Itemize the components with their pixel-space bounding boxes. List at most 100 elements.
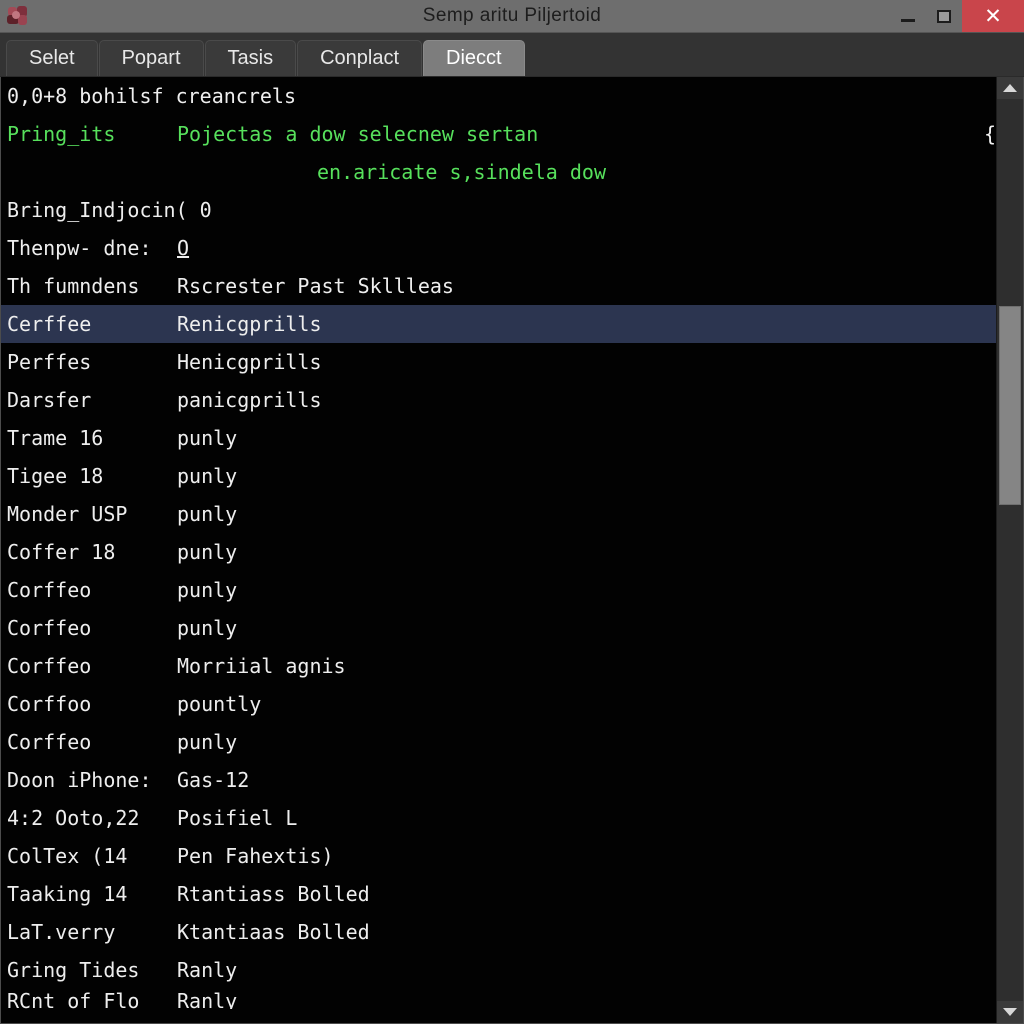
listing-cell-secondary: Henicgprills [177, 350, 322, 374]
listing-cell-secondary: pountly [177, 692, 262, 716]
listing-cell-primary: Trame 16 [7, 426, 104, 450]
listing-row[interactable]: Darsfer panicgprills [1, 381, 996, 419]
listing-cell-secondary: punly [177, 464, 238, 488]
listing-cell-primary: Bring_Indjocin( 0 [7, 198, 212, 222]
listing-row[interactable]: Trame 16 punly [1, 419, 996, 457]
listing-cell-secondary: Pen Fahextis) [177, 844, 334, 868]
listing-cell-secondary: Ranly [177, 958, 238, 982]
tab-label: Tasis [227, 47, 274, 69]
listing-cell-primary: Corffeo [7, 654, 92, 678]
listing-row[interactable]: ColTex (14 Pen Fahextis) [1, 837, 996, 875]
scroll-up-button[interactable] [997, 77, 1023, 99]
maximize-icon [937, 9, 951, 23]
listing-cell-primary: RCnt of Flo [7, 989, 140, 1009]
tab-tasis[interactable]: Tasis [204, 40, 297, 76]
tab-conplact[interactable]: Conplact [297, 40, 423, 76]
tab-label: Conplact [320, 47, 400, 69]
listing-cell-secondary: Posifiel L [177, 806, 298, 830]
listing-cell-primary: Th fumndens [7, 274, 140, 298]
listing-row[interactable]: Corffeo Morriial agnis [1, 647, 996, 685]
listing-row[interactable]: en.aricate s,sindela dow [1, 153, 996, 191]
application-window: Semp aritu Piljertoid ✕ Selet Popart Tasis… [0, 0, 1024, 1024]
listing-cell-secondary: Ranly [177, 989, 238, 1009]
listing-row[interactable]: Taaking 14 Rtantiass Bolled [1, 875, 996, 913]
listing-cell-primary: Darsfer [7, 388, 92, 412]
listing-cell-secondary: punly [177, 730, 238, 754]
listing-cell-primary: Coffer 18 [7, 540, 116, 564]
tab-diecct[interactable]: Diecct [423, 40, 525, 76]
scrollbar-track[interactable] [997, 99, 1023, 1001]
app-icon [5, 3, 31, 29]
scrollbar-thumb[interactable] [999, 306, 1021, 505]
listing-row[interactable]: Perffes Henicgprills [1, 343, 996, 381]
window-controls: ✕ [890, 0, 1024, 32]
listing-row-selected[interactable]: Cerffee Renicgprills [1, 305, 996, 343]
listing-cell-secondary: Gas-12 [177, 768, 250, 792]
listing-row[interactable]: Corffeo punly [1, 571, 996, 609]
listing-cell-secondary: punly [177, 540, 238, 564]
listing-cell-secondary: punly [177, 502, 238, 526]
minimize-button[interactable] [890, 0, 926, 32]
listing-cell-secondary: Rtantiass Bolled [177, 882, 370, 906]
listing-row[interactable]: Coffer 18 punly [1, 533, 996, 571]
listing-cell-secondary: Morriial agnis [177, 654, 346, 678]
listing-cell-primary: Corffeo [7, 578, 92, 602]
listing-cell-secondary: Rscrester Past Skllleas [177, 274, 454, 298]
listing-pane[interactable]: 0,0+8 bohilsf creancrels Pring_its Pojecta… [1, 77, 996, 1023]
listing-row[interactable]: 0,0+8 bohilsf creancrels [1, 77, 996, 115]
listing-cell-primary: 4:2 Ooto,22 [7, 806, 140, 830]
listing-cell-primary: Corffoo [7, 692, 92, 716]
listing-cell-secondary: Renicgprills [177, 312, 322, 336]
maximize-button[interactable] [926, 0, 962, 32]
tab-label: Diecct [446, 47, 502, 69]
listing-cell-primary: Corffeo [7, 616, 92, 640]
scroll-down-button[interactable] [997, 1001, 1023, 1023]
tab-label: Selet [29, 47, 75, 69]
listing-cell-secondary: Pojectas a dow selecnew sertan [177, 122, 539, 146]
listing-cell-secondary: Ktantiaas Bolled [177, 920, 370, 944]
listing-row[interactable]: Corffeo punly [1, 723, 996, 761]
minimize-icon [901, 19, 915, 22]
listing-row[interactable]: Pring_its Pojectas a dow selecnew sertan { [1, 115, 996, 153]
chevron-down-icon [1003, 1008, 1017, 1016]
listing-cell-primary: Pring_its [7, 122, 116, 146]
vertical-scrollbar[interactable] [996, 77, 1023, 1023]
listing-cell-primary: Thenpw- dne: [7, 236, 152, 260]
listing-row[interactable]: Tigee 18 punly [1, 457, 996, 495]
close-button[interactable]: ✕ [962, 0, 1024, 32]
listing-cell-secondary: punly [177, 578, 238, 602]
listing-cell-primary: Taaking 14 [7, 882, 128, 906]
listing-cell-primary: Perffes [7, 350, 92, 374]
listing-cell-primary: 0,0+8 bohilsf creancrels [7, 84, 296, 108]
chevron-up-icon [1003, 84, 1017, 92]
listing-row[interactable]: Corffeo punly [1, 609, 996, 647]
listing-cell-primary: Tigee 18 [7, 464, 104, 488]
tab-popart[interactable]: Popart [98, 40, 204, 76]
listing-row[interactable]: Monder USP punly [1, 495, 996, 533]
tab-selet[interactable]: Selet [6, 40, 98, 76]
listing-cell-secondary: O [177, 236, 190, 260]
listing-brace: { [983, 122, 996, 146]
listing-cell-primary: ColTex (14 [7, 844, 128, 868]
close-icon: ✕ [984, 4, 1002, 28]
window-title: Semp aritu Piljertoid [422, 5, 602, 26]
listing-row[interactable]: Th fumndens Rscrester Past Skllleas [1, 267, 996, 305]
listing-row[interactable]: Gring Tides Ranly [1, 951, 996, 989]
listing-row[interactable]: Thenpw- dne: O [1, 229, 996, 267]
listing-row[interactable]: Bring_Indjocin( 0 [1, 191, 996, 229]
listing-row[interactable]: 4:2 Ooto,22 Posifiel L [1, 799, 996, 837]
tab-bar: Selet Popart Tasis Conplact Diecct [0, 33, 1024, 77]
listing-cell-primary: Monder USP [7, 502, 128, 526]
listing-cell-primary: Gring Tides [7, 958, 140, 982]
listing-cell-secondary: punly [177, 616, 238, 640]
listing-row[interactable]: LaT.verry Ktantiaas Bolled [1, 913, 996, 951]
listing-cell-primary: Cerffee [7, 312, 92, 336]
listing-cell-primary: Doon iPhone: [7, 768, 152, 792]
listing-cell-secondary: punly [177, 426, 238, 450]
listing-row[interactable]: RCnt of Flo Ranly [1, 989, 996, 1009]
listing-cell-primary: Corffeo [7, 730, 92, 754]
listing-row[interactable]: Corffoo pountly [1, 685, 996, 723]
content-area: 0,0+8 bohilsf creancrels Pring_its Pojecta… [0, 77, 1024, 1024]
title-bar[interactable]: Semp aritu Piljertoid ✕ [0, 0, 1024, 33]
listing-row[interactable]: Doon iPhone: Gas-12 [1, 761, 996, 799]
